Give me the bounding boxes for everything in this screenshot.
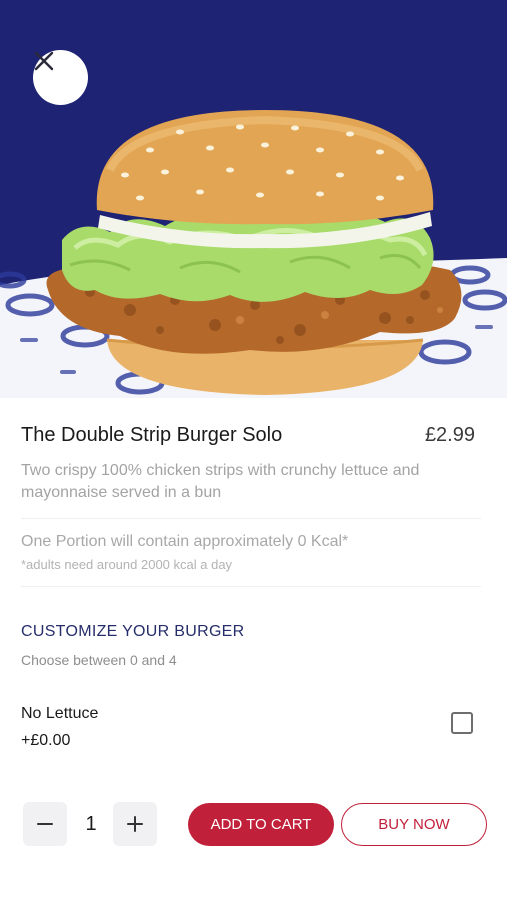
- customize-subtitle: Choose between 0 and 4: [21, 652, 177, 668]
- close-button[interactable]: [33, 50, 88, 105]
- product-price: £2.99: [424, 424, 475, 446]
- kcal-note: *adults need around 2000 kcal a day: [21, 557, 233, 572]
- increase-quantity-button[interactable]: [113, 802, 157, 846]
- plus-icon: [127, 816, 143, 832]
- kcal-info: One Portion will contain approximately 0…: [21, 533, 349, 550]
- divider: [21, 518, 481, 519]
- close-icon: [34, 51, 54, 71]
- minus-icon: [37, 823, 53, 825]
- product-hero-image: [0, 0, 507, 398]
- divider: [21, 586, 481, 587]
- option-price: +£0.00: [21, 732, 71, 749]
- buy-now-button[interactable]: BUY NOW: [341, 803, 487, 846]
- option-name: No Lettuce: [21, 705, 99, 722]
- quantity-value: 1: [85, 813, 97, 835]
- add-to-cart-button[interactable]: ADD TO CART: [188, 803, 334, 846]
- customize-heading: CUSTOMIZE YOUR BURGER: [21, 623, 245, 640]
- product-name: The Double Strip Burger Solo: [21, 424, 283, 446]
- product-description: Two crispy 100% chicken strips with crun…: [21, 462, 420, 501]
- decrease-quantity-button[interactable]: [23, 802, 67, 846]
- option-checkbox-no-lettuce[interactable]: [451, 712, 473, 734]
